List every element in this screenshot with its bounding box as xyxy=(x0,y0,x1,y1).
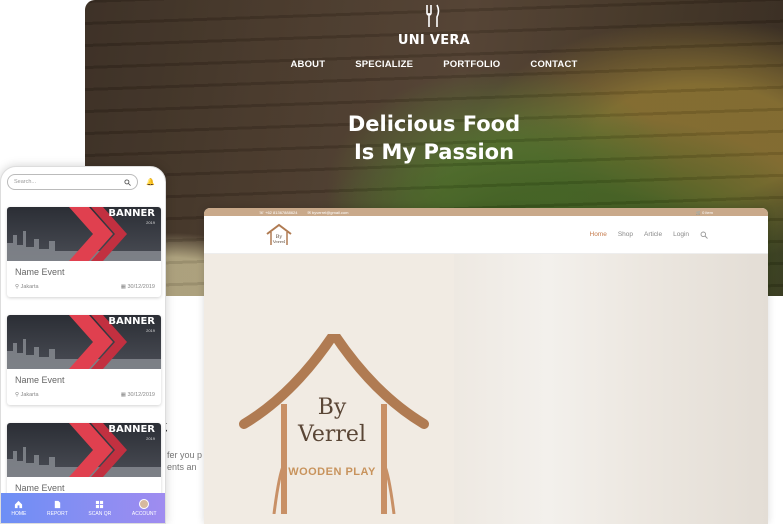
wood-menu: Home Shop Article Login xyxy=(590,231,709,239)
bottom-navigation: HOME REPORT SCAN QR ACCOUNT xyxy=(1,493,165,523)
partial-body-text-1: fer you p xyxy=(167,450,203,460)
event-name: Name Event xyxy=(15,483,65,493)
event-name: Name Event xyxy=(15,375,65,385)
event-banner: BANNER 2019 xyxy=(7,423,161,477)
search-placeholder: Search... xyxy=(14,179,37,185)
location-pin-icon: ⚲ xyxy=(15,284,20,290)
brand-line-1: By xyxy=(317,395,347,420)
brand-wordmark: By Verrel xyxy=(287,394,377,448)
banner-year: 2019 xyxy=(146,220,155,225)
event-location: ⚲ Jakarta xyxy=(15,284,39,290)
wooden-play-mockup: ☏ +62 81367888624 ✉ byverrel@gmail.com 🛒… xyxy=(204,208,768,524)
event-banner: BANNER 2019 xyxy=(7,207,161,261)
event-meta: ⚲ Jakarta ▦ 30/12/2019 xyxy=(15,284,155,290)
location-pin-icon: ⚲ xyxy=(15,392,20,398)
document-icon xyxy=(54,500,61,508)
restaurant-nav: ABOUT SPECIALIZE PORTFOLIO CONTACT xyxy=(85,59,783,70)
event-name: Name Event xyxy=(15,267,65,277)
calendar-icon: ▦ xyxy=(120,392,126,398)
nav-scan-qr[interactable]: SCAN QR xyxy=(88,500,111,517)
home-icon xyxy=(15,500,23,508)
nav-home[interactable]: HOME xyxy=(11,500,26,517)
svg-text:Verrel: Verrel xyxy=(272,239,286,244)
phone-contact: ☏ +62 81367888624 xyxy=(259,209,298,215)
menu-login[interactable]: Login xyxy=(673,231,689,238)
banner-year: 2019 xyxy=(146,436,155,441)
nav-about[interactable]: ABOUT xyxy=(290,59,325,70)
child-playing-photo xyxy=(454,254,768,524)
event-card[interactable]: BANNER 2019 Name Event ⚲ Jakarta ▦ 30/12… xyxy=(7,207,161,297)
notification-bell-icon[interactable]: 🔔 xyxy=(146,178,155,186)
wood-hero-banner: By Verrel WOODEN PLAY xyxy=(204,254,768,524)
nav-portfolio[interactable]: PORTFOLIO xyxy=(443,59,500,70)
cutlery-icon xyxy=(426,4,440,27)
banner-title: BANNER xyxy=(108,316,155,327)
event-banner: BANNER 2019 xyxy=(7,315,161,369)
event-meta: ⚲ Jakarta ▦ 30/12/2019 xyxy=(15,392,155,398)
wood-header: By Verrel Home Shop Article Login xyxy=(204,216,768,254)
event-date: ▦ 30/12/2019 xyxy=(120,392,155,398)
calendar-icon: ▦ xyxy=(120,284,126,290)
banner-year: 2019 xyxy=(146,328,155,333)
menu-home[interactable]: Home xyxy=(590,231,607,238)
menu-shop[interactable]: Shop xyxy=(618,231,633,238)
search-input[interactable]: Search... xyxy=(7,174,138,190)
event-date: ▦ 30/12/2019 xyxy=(120,284,155,290)
mobile-app-mockup: Search... 🔔 BANNER 2019 Name Event ⚲ Jak… xyxy=(0,166,166,524)
nav-contact[interactable]: CONTACT xyxy=(530,59,577,70)
search-icon[interactable] xyxy=(124,178,131,186)
restaurant-brand-name: UNI VERA xyxy=(397,33,471,48)
email-contact: ✉ byverrel@gmail.com xyxy=(307,209,349,215)
brand-line-2: Verrel xyxy=(298,422,366,447)
menu-article[interactable]: Article xyxy=(644,231,662,238)
hero-headline: Delicious Food Is My Passion xyxy=(85,110,783,166)
by-verrel-logo[interactable]: By Verrel xyxy=(264,223,294,247)
avatar-icon xyxy=(139,499,150,509)
showcase-stage: UNI VERA ABOUT SPECIALIZE PORTFOLIO CONT… xyxy=(0,0,783,524)
brand-tagline: WOODEN PLAY xyxy=(288,466,376,478)
grid-icon xyxy=(96,500,104,508)
nav-account[interactable]: ACCOUNT xyxy=(132,499,157,517)
banner-title: BANNER xyxy=(108,424,155,435)
event-location: ⚲ Jakarta xyxy=(15,392,39,398)
cart-indicator[interactable]: 🛒 0 item xyxy=(696,210,713,215)
nav-specialize[interactable]: SPECIALIZE xyxy=(355,59,413,70)
banner-title: BANNER xyxy=(108,208,155,219)
wood-top-bar: ☏ +62 81367888624 ✉ byverrel@gmail.com 🛒… xyxy=(204,208,768,216)
nav-report[interactable]: REPORT xyxy=(47,500,68,517)
partial-body-text-2: ents an xyxy=(167,462,197,472)
hero-line-1: Delicious Food xyxy=(347,112,521,136)
search-bar: Search... 🔔 xyxy=(7,174,159,190)
hero-line-2: Is My Passion xyxy=(353,140,515,164)
event-card[interactable]: BANNER 2019 Name Event ⚲ Jakarta ▦ 30/12… xyxy=(7,315,161,405)
search-icon[interactable] xyxy=(700,231,708,239)
